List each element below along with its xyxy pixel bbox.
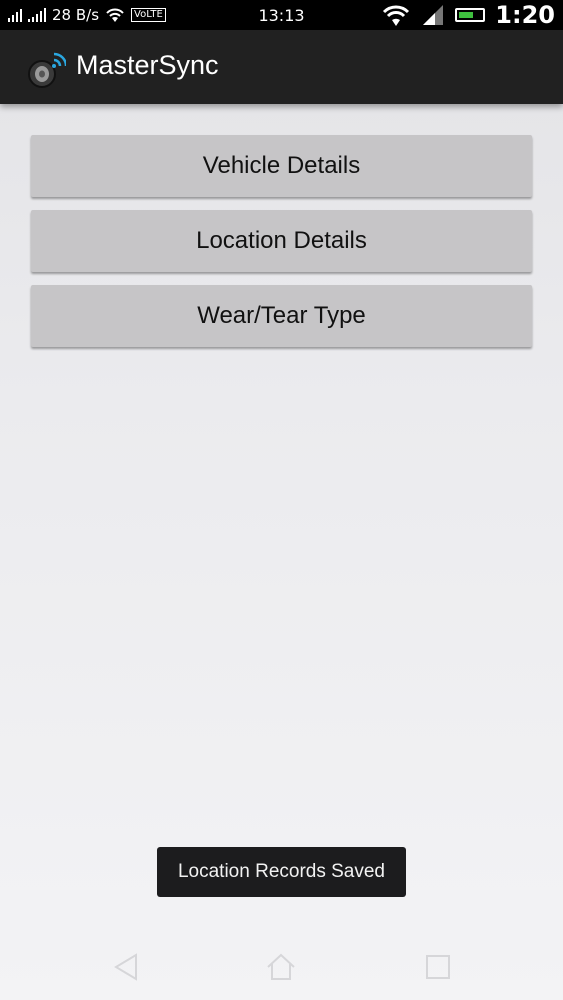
cell-signal-icon xyxy=(423,5,444,25)
recents-icon[interactable] xyxy=(422,951,454,983)
overlay-clock: 1:20 xyxy=(495,1,555,29)
toast-message: Location Records Saved xyxy=(157,847,406,897)
battery-icon xyxy=(455,8,486,22)
status-right: 1:20 xyxy=(381,0,555,30)
home-icon[interactable] xyxy=(265,951,297,983)
navigation-bar xyxy=(0,935,563,1000)
app-title: MasterSync xyxy=(76,50,219,80)
menu-buttons: Vehicle Details Location Details Wear/Te… xyxy=(31,135,532,360)
status-bar: 28 B/s VoLTE 13:13 1:20 xyxy=(0,0,563,30)
location-details-button[interactable]: Location Details xyxy=(31,210,532,272)
vehicle-details-button[interactable]: Vehicle Details xyxy=(31,135,532,197)
wifi-strong-icon xyxy=(383,5,410,26)
app-bar: MasterSync xyxy=(0,30,563,104)
wear-tear-type-button[interactable]: Wear/Tear Type xyxy=(31,285,532,347)
tire-wifi-app-icon xyxy=(28,52,66,88)
back-icon[interactable] xyxy=(110,951,142,983)
